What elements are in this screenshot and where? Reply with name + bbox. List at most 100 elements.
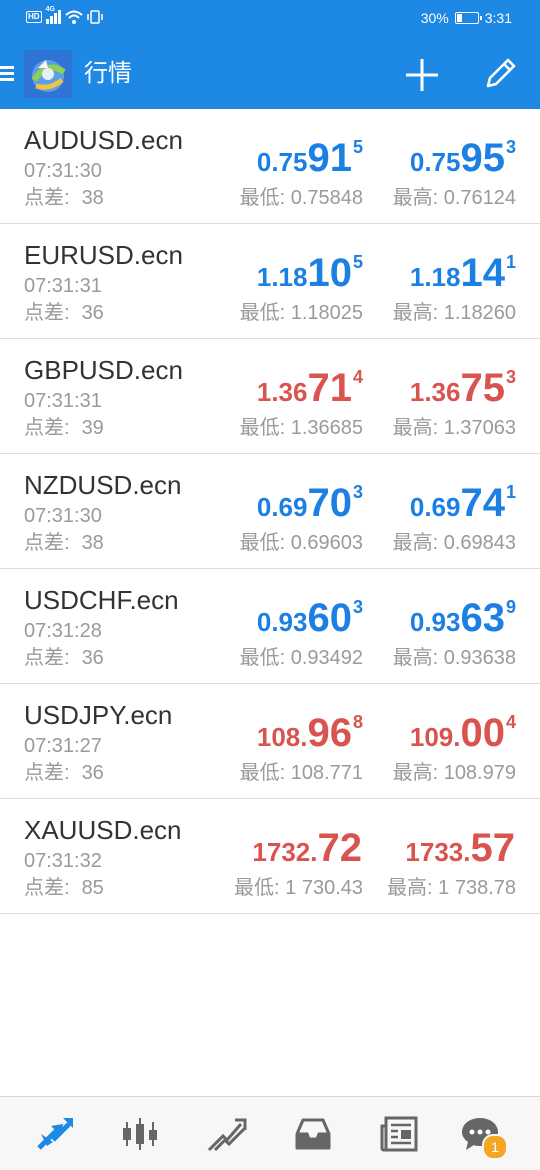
chat-notification-badge: 1 — [482, 1134, 508, 1160]
ask-price-big: 14 — [460, 251, 505, 295]
ask-price-small: 1.36 — [409, 377, 461, 407]
spread: 点差: 39 — [24, 416, 104, 440]
bid-price-small: 1.18 — [256, 262, 308, 292]
status-bar: HD 4G 30% 3:31 — [0, 0, 540, 38]
bid-price-big: 70 — [307, 481, 352, 525]
bid-price: 1732.72 — [252, 813, 363, 870]
bid-price-big: 96 — [307, 711, 352, 755]
ask-price: 109.004 — [410, 698, 516, 755]
daily-high: 最高: 0.76124 — [392, 187, 516, 209]
quote-row[interactable]: EURUSD.ecn 07:31:31 点差: 36 1.18105 1.18141 最低:… — [0, 224, 540, 339]
ask-price: 1.36753 — [410, 353, 516, 410]
status-icons-left: HD 4G — [26, 6, 103, 24]
quote-row[interactable]: XAUUSD.ecn 07:31:32 点差: 85 1732.72 1733.57 最低:… — [0, 799, 540, 914]
ask-price-big: 00 — [460, 711, 505, 755]
metatrader-logo-icon[interactable] — [24, 50, 72, 98]
quote-row[interactable]: USDCHF.ecn 07:31:28 点差: 36 0.93603 0.93639 最低:… — [0, 569, 540, 684]
spread-value: 38 — [81, 532, 104, 554]
vibrate-icon — [86, 10, 103, 24]
quote-time: 07:31:32 — [24, 850, 102, 872]
ask-price-small: 0.69 — [409, 492, 461, 522]
ask-price: 0.69741 — [410, 468, 516, 525]
quote-time: 07:31:30 — [24, 505, 102, 527]
bid-price-sup: 3 — [352, 482, 363, 502]
battery-icon — [454, 12, 482, 24]
ask-price-small: 1.18 — [409, 262, 461, 292]
bid-price: 0.75915 — [257, 123, 363, 180]
plus-icon[interactable] — [403, 56, 441, 94]
ask-price-sup: 4 — [505, 712, 516, 732]
ask-price: 0.75953 — [410, 123, 516, 180]
spread-value: 85 — [81, 877, 104, 899]
ask-price-small: 0.75 — [409, 147, 461, 177]
ask-price-big: 63 — [460, 596, 505, 640]
quote-time: 07:31:27 — [24, 735, 102, 757]
news-icon[interactable] — [380, 1114, 420, 1154]
quote-time: 07:31:28 — [24, 620, 102, 642]
quote-time: 07:31:31 — [24, 390, 102, 412]
symbol-name: GBPUSD.ecn — [24, 355, 183, 385]
ask-price-sup: 3 — [505, 137, 516, 157]
ask-price-sup: 1 — [505, 482, 516, 502]
daily-high: 最高: 0.93638 — [392, 647, 516, 669]
chat-icon[interactable]: 1 — [460, 1114, 508, 1160]
spread-value: 39 — [81, 417, 104, 439]
quote-row[interactable]: NZDUSD.ecn 07:31:30 点差: 38 0.69703 0.69741 最低:… — [0, 454, 540, 569]
bid-price-sup: 5 — [352, 137, 363, 157]
quote-time: 07:31:30 — [24, 160, 102, 182]
daily-low: 最低: 0.69603 — [239, 532, 363, 554]
bid-price: 0.69703 — [257, 468, 363, 525]
ask-price-small: 1733. — [405, 837, 471, 867]
spread-label: 点差: — [24, 532, 70, 554]
spread-label: 点差: — [24, 417, 70, 439]
ask-price-small: 109. — [409, 722, 461, 752]
bid-price-small: 1.36 — [256, 377, 308, 407]
spread: 点差: 36 — [24, 646, 104, 670]
symbol-name: NZDUSD.ecn — [24, 470, 182, 500]
ask-price-big: 57 — [470, 826, 516, 870]
spread-value: 36 — [81, 647, 104, 669]
page-title: 行情 — [84, 60, 132, 87]
daily-high: 最高: 0.69843 — [392, 532, 516, 554]
symbol-name: USDJPY.ecn — [24, 700, 173, 730]
daily-high: 最高: 108.979 — [392, 762, 516, 784]
quote-row[interactable]: USDJPY.ecn 07:31:27 点差: 36 108.968 109.004 最低:… — [0, 684, 540, 799]
bid-price-sup: 4 — [352, 367, 363, 387]
quote-row[interactable]: GBPUSD.ecn 07:31:31 点差: 39 1.36714 1.36753 最低:… — [0, 339, 540, 454]
spread: 点差: 36 — [24, 301, 104, 325]
bid-price-sup: 8 — [352, 712, 363, 732]
bid-price: 1.18105 — [257, 238, 363, 295]
ask-price-sup: 3 — [505, 367, 516, 387]
bid-price-small: 0.75 — [256, 147, 308, 177]
spread-value: 36 — [81, 302, 104, 324]
bid-price: 108.968 — [257, 698, 363, 755]
daily-low: 最低: 0.75848 — [239, 187, 363, 209]
pencil-icon[interactable] — [482, 56, 518, 92]
bottom-navigation: 1 — [0, 1096, 540, 1170]
history-inbox-icon[interactable] — [293, 1114, 333, 1154]
symbol-name: USDCHF.ecn — [24, 585, 179, 615]
ask-price: 1.18141 — [410, 238, 516, 295]
spread: 点差: 36 — [24, 761, 104, 785]
battery-level — [456, 14, 463, 22]
hamburger-menu-icon[interactable] — [0, 66, 14, 82]
spread-label: 点差: — [24, 302, 70, 324]
spread-label: 点差: — [24, 647, 70, 669]
candlestick-chart-icon[interactable] — [120, 1114, 160, 1154]
daily-low: 最低: 1.36685 — [239, 417, 363, 439]
spread-label: 点差: — [24, 877, 70, 899]
wifi-icon — [64, 10, 83, 24]
bid-price-big: 60 — [307, 596, 352, 640]
bid-price: 0.93603 — [257, 583, 363, 640]
trade-icon[interactable] — [207, 1114, 247, 1154]
bid-price-sup: 3 — [352, 597, 363, 617]
symbol-name: XAUUSD.ecn — [24, 815, 182, 845]
quotes-arrows-icon[interactable] — [35, 1114, 75, 1154]
quote-time: 07:31:31 — [24, 275, 102, 297]
bid-price-big: 10 — [307, 251, 352, 295]
daily-high: 最高: 1.18260 — [392, 302, 516, 324]
bid-price-small: 108. — [256, 722, 308, 752]
spread: 点差: 85 — [24, 876, 104, 900]
quote-row[interactable]: AUDUSD.ecn 07:31:30 点差: 38 0.75915 0.75953 最低:… — [0, 109, 540, 224]
ask-price-sup: 9 — [505, 597, 516, 617]
